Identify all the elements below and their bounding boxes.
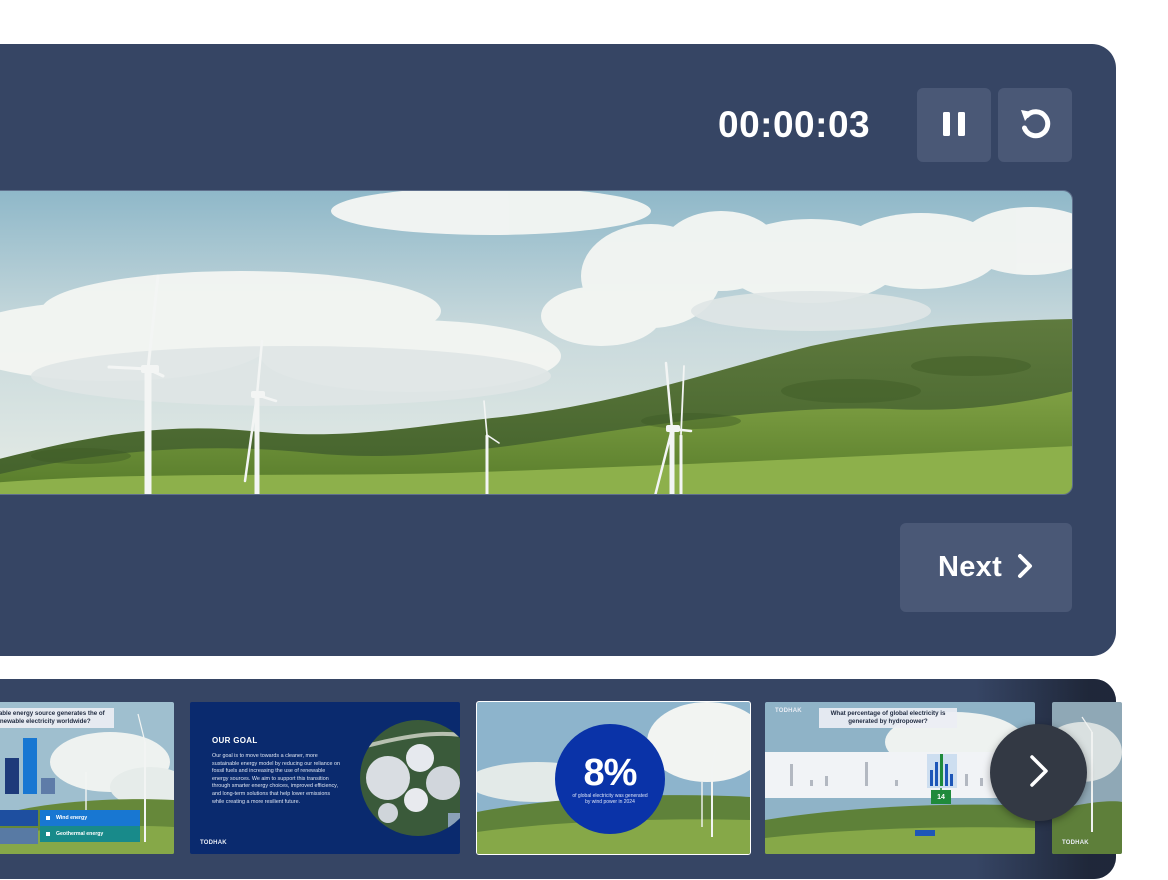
brand-logo: TODHAK — [775, 708, 802, 714]
chevron-right-icon — [1027, 752, 1051, 793]
stat-circle: 8% of global electricity was generated b… — [555, 724, 665, 834]
answer-option: Wind energy — [40, 810, 140, 826]
thumb-body: Our goal is to move towards a cleaner, m… — [212, 753, 340, 805]
elapsed-timer: 00:00:03 — [718, 104, 871, 145]
thumb-title: OUR GOAL — [212, 736, 258, 745]
brand-logo: TODHAK — [1062, 840, 1089, 846]
answer-option: Geothermal energy — [40, 826, 140, 842]
answer-option-label: Wind energy — [56, 815, 88, 821]
brand-logo: TODHAK — [200, 840, 227, 846]
next-button[interactable]: Next — [900, 523, 1072, 612]
pause-icon — [941, 110, 967, 141]
stat-caption: of global electricity was generated by w… — [572, 793, 648, 805]
slider-value: 14 — [931, 790, 951, 804]
restart-icon — [1017, 106, 1053, 145]
filmstrip-next-button[interactable] — [990, 724, 1087, 821]
slide-thumbnail-current[interactable]: 8% of global electricity was generated b… — [476, 701, 751, 855]
option-marker-icon — [46, 832, 50, 836]
answer-option-label: Geothermal energy — [56, 831, 104, 837]
stat-value: 8% — [583, 752, 638, 794]
aerial-photo — [360, 720, 460, 836]
thumb-question: wable energy source generates the of ren… — [0, 708, 114, 728]
slide-thumbnail[interactable]: OUR GOAL Our goal is to move towards a c… — [190, 702, 460, 854]
slide-image — [0, 190, 1073, 495]
thumb-question: What percentage of global electricity is… — [819, 708, 957, 728]
presenter-screen: 00:00:03 Next wable energy source genera… — [0, 0, 1168, 880]
pause-button[interactable] — [917, 88, 991, 162]
chevron-right-icon — [1016, 553, 1034, 582]
option-marker-icon — [46, 816, 50, 820]
slide-thumbnail[interactable]: wable energy source generates the of ren… — [0, 702, 174, 854]
restart-button[interactable] — [998, 88, 1072, 162]
next-button-label: Next — [937, 551, 1003, 583]
